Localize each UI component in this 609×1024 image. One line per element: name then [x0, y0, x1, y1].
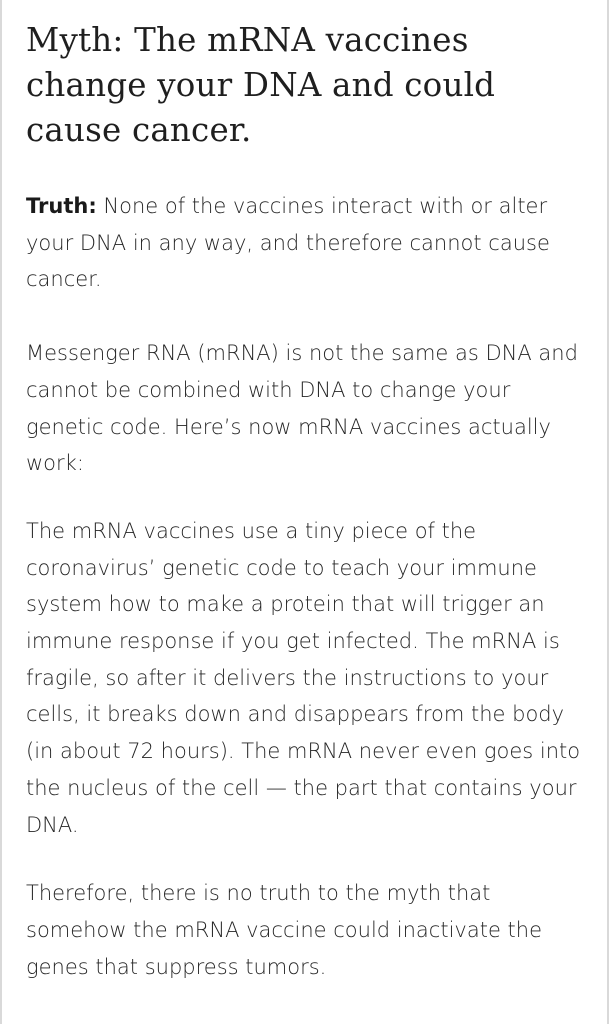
- truth-text: None of the vaccines interact with or al…: [26, 194, 550, 292]
- explanation-paragraph: Messenger RNA (mRNA) is not the same as …: [26, 341, 578, 476]
- mechanism-paragraph: The mRNA vaccines use a tiny piece of th…: [26, 518, 581, 837]
- article-content: Myth: The mRNA vaccines change your DNA …: [26, 18, 592, 985]
- truth-paragraph: Truth: None of the vaccines interact wit…: [26, 188, 592, 298]
- myth-headline: Myth: The mRNA vaccines change your DNA …: [26, 21, 496, 149]
- truth-label: Truth:: [26, 194, 97, 218]
- article-page: Myth: The mRNA vaccines change your DNA …: [0, 0, 609, 1024]
- conclusion-paragraph: Therefore, there is no truth to the myth…: [26, 881, 542, 979]
